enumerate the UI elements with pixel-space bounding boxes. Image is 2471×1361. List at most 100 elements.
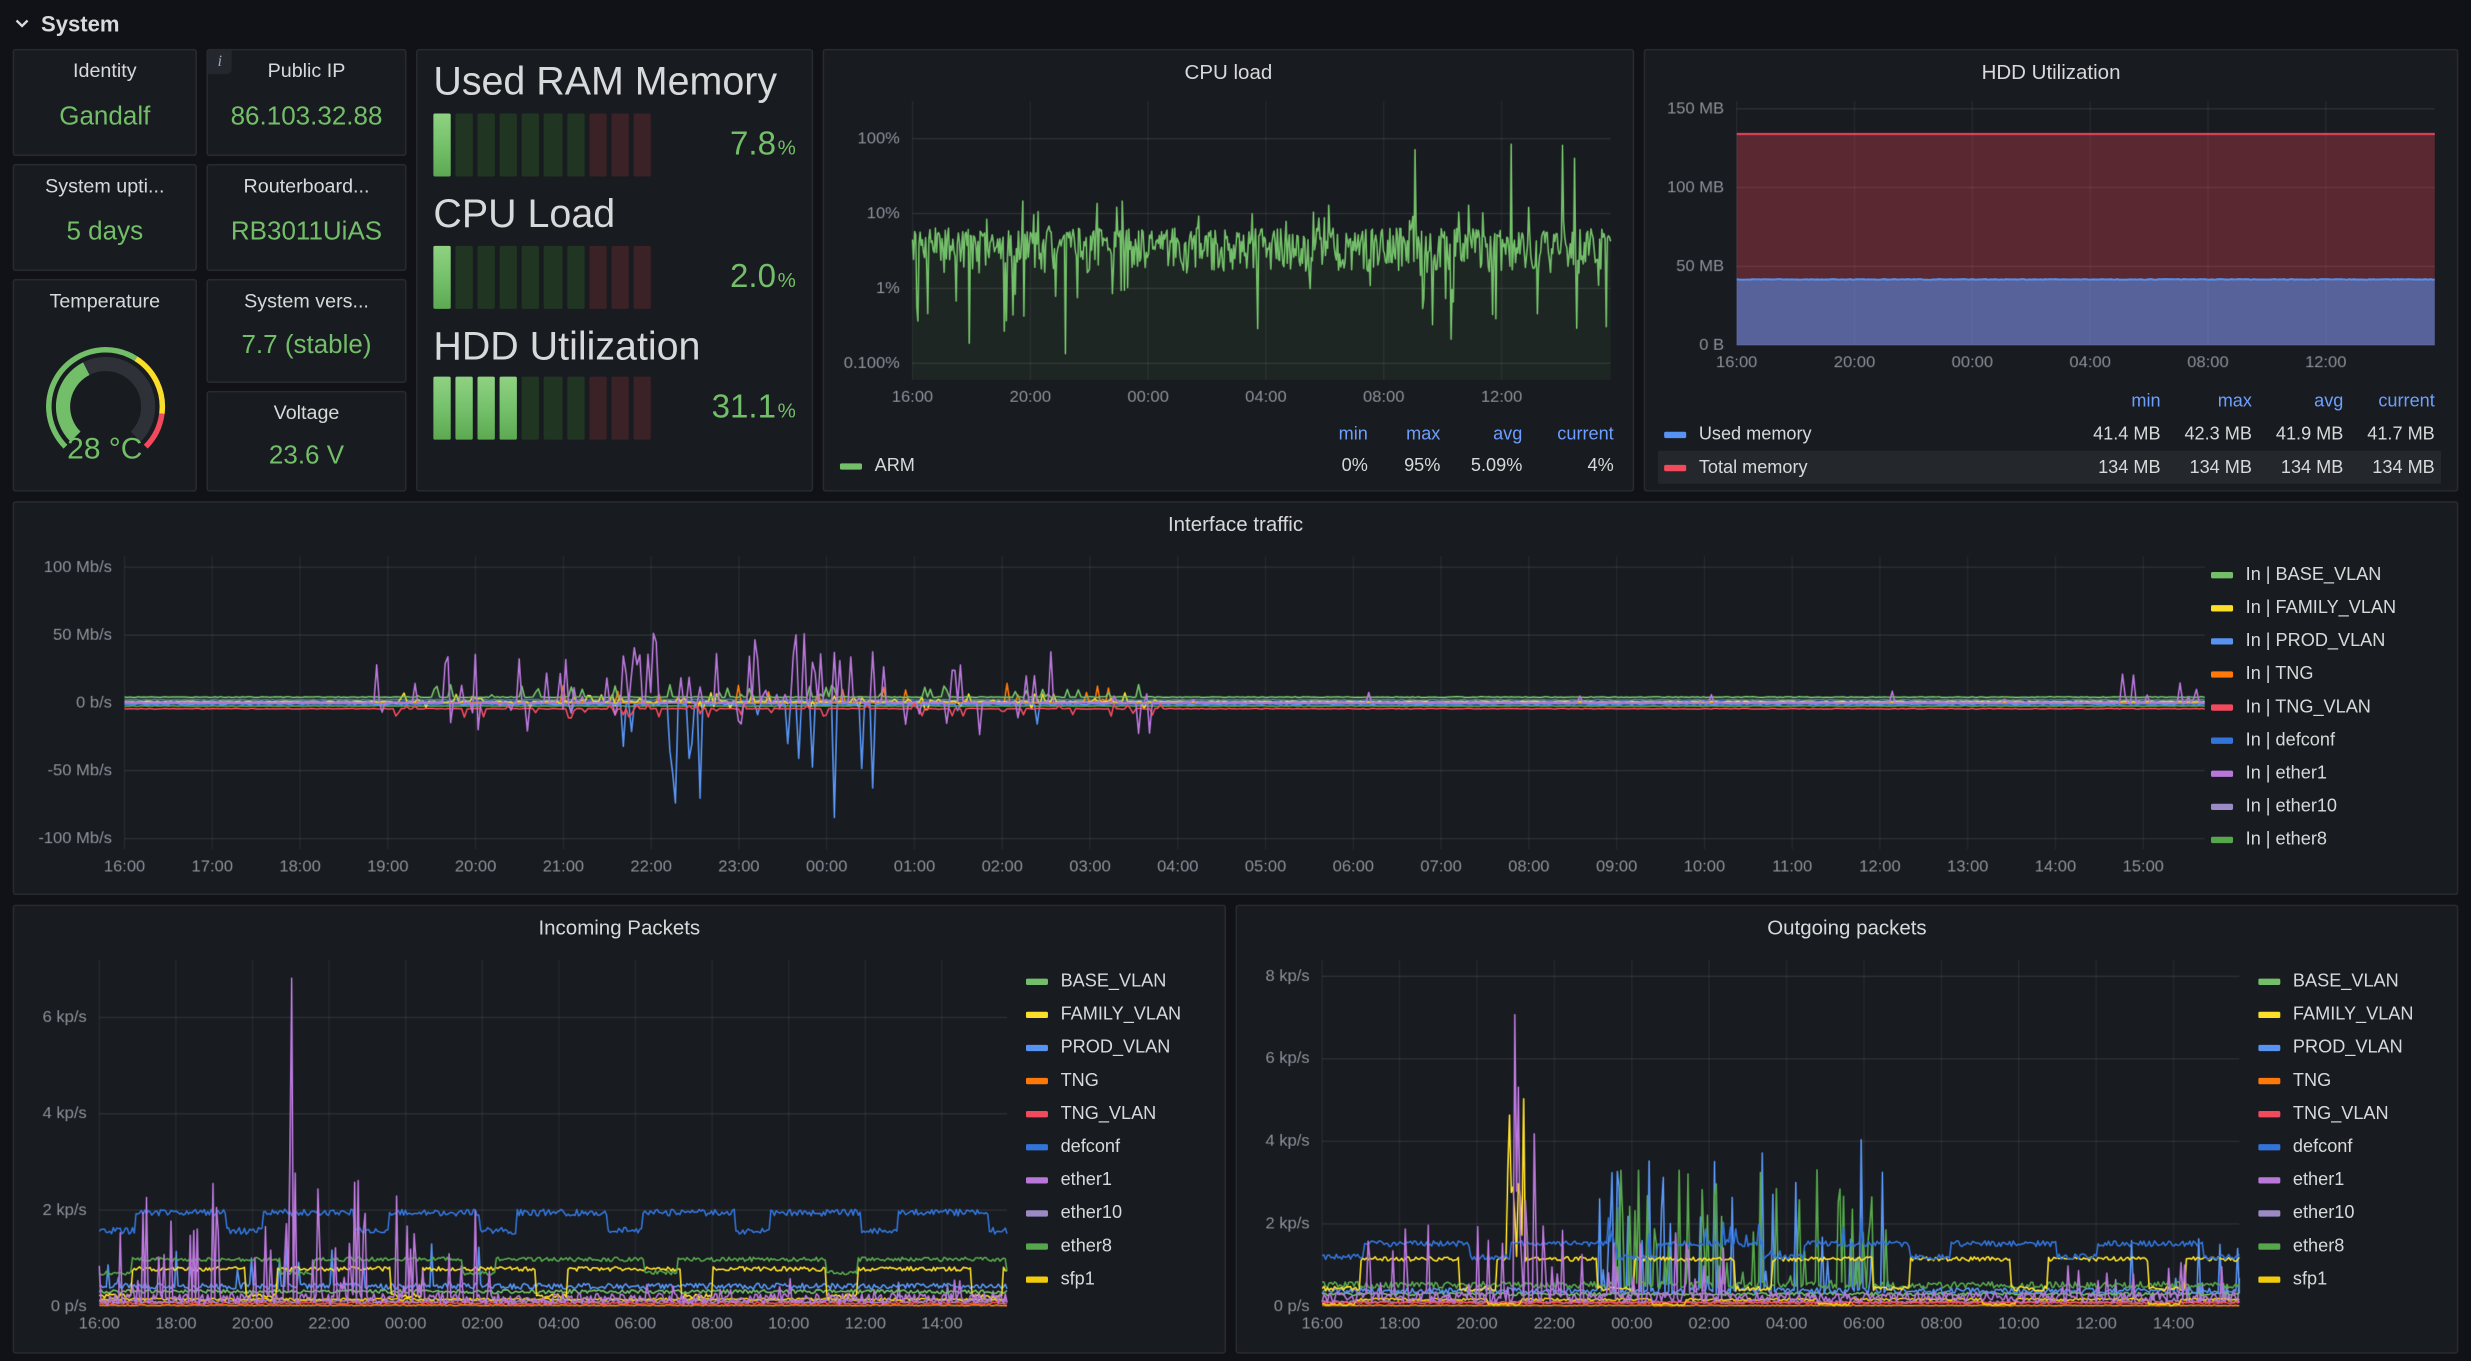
series-swatch <box>2210 671 2234 678</box>
legend-label: defconf <box>2292 1137 2353 1157</box>
legend-item-prod-vlan[interactable]: PROD_VLAN <box>2258 1039 2447 1057</box>
legend-item-base-vlan[interactable]: BASE_VLAN <box>2258 972 2447 991</box>
legend-label: ether1 <box>1060 1170 1112 1190</box>
bargauge-cells-cpu <box>433 245 651 309</box>
panel-title-identity[interactable]: Identity <box>14 50 195 88</box>
panel-title-public-ip[interactable]: Public IP <box>208 50 405 88</box>
legend-item-ether1[interactable]: ether1 <box>1025 1170 1215 1190</box>
legend-item-in-prod-vlan[interactable]: In | PROD_VLAN <box>2210 632 2447 651</box>
series-swatch <box>2258 978 2281 985</box>
bargauge-value-hdd: 31.1% <box>712 390 796 428</box>
series-swatch <box>2210 605 2234 612</box>
legend-item-defconf[interactable]: defconf <box>2258 1138 2447 1157</box>
panel-outgoing-packets: Outgoing packets BASE_VLAN FAMILY_VLAN PRO… <box>1235 904 2459 1354</box>
legend-item-ether10[interactable]: ether10 <box>1025 1204 1215 1223</box>
panel-title-temperature[interactable]: Temperature <box>14 281 195 319</box>
bargauge-cell <box>455 113 474 177</box>
panel-title-incoming-packets[interactable]: Incoming Packets <box>14 906 1224 944</box>
series-swatch <box>1025 1011 1048 1019</box>
interface-traffic-legend: In | BASE_VLAN In | FAMILY_VLAN In | PROD_… <box>2210 566 2447 884</box>
interface-traffic-chart[interactable] <box>26 543 2211 885</box>
panel-title-voltage[interactable]: Voltage <box>208 392 405 430</box>
panel-title-uptime[interactable]: System upti... <box>14 165 195 203</box>
legend-col-min[interactable]: min <box>1295 425 1368 444</box>
legend-item-sfp1[interactable]: sfp1 <box>2258 1270 2447 1289</box>
series-swatch <box>2210 836 2234 844</box>
bargauge-cell <box>522 113 540 177</box>
bargauge-unit: % <box>777 399 796 423</box>
panel-title-cpu-load[interactable]: CPU load <box>824 50 1632 88</box>
legend-item-in-tng-vlan[interactable]: In | TNG_VLAN <box>2210 698 2447 717</box>
legend-col-max[interactable]: max <box>2161 392 2252 411</box>
legend-item-defconf[interactable]: defconf <box>1025 1138 1215 1157</box>
legend-item-ether1[interactable]: ether1 <box>2258 1171 2447 1190</box>
legend-col-current[interactable]: current <box>1522 425 1613 444</box>
uptime-value: 5 days <box>66 216 144 246</box>
legend-item-prod-vlan[interactable]: PROD_VLAN <box>1025 1039 1215 1057</box>
version-value: 7.7 (stable) <box>241 330 372 359</box>
legend-col-avg[interactable]: avg <box>1440 425 1522 444</box>
legend-label: In | ether10 <box>2245 797 2338 817</box>
legend-label: BASE_VLAN <box>2292 972 2399 992</box>
legend-col-min[interactable]: min <box>2069 392 2160 411</box>
legend-col-current[interactable]: current <box>2343 392 2434 411</box>
legend-item-ether10[interactable]: ether10 <box>2258 1204 2447 1223</box>
series-swatch <box>2210 572 2234 579</box>
arm-max: 95% <box>1404 457 1441 476</box>
series-swatch <box>2258 1243 2281 1250</box>
legend-item-tng[interactable]: TNG <box>1025 1072 1215 1091</box>
panel-title-hdd-utilization[interactable]: HDD Utilization <box>1645 50 2457 88</box>
hdd-utilization-chart[interactable] <box>1657 88 2448 377</box>
legend-item-arm[interactable]: ARM <box>839 457 1295 476</box>
legend-row-used-memory[interactable]: Used memory 41.4 MB 42.3 MB 41.9 MB 41.7… <box>1658 418 2441 451</box>
legend-item-in-base-vlan[interactable]: In | BASE_VLAN <box>2210 566 2447 585</box>
panel-info-icon[interactable]: i <box>208 50 232 75</box>
legend-col-max[interactable]: max <box>1368 425 1440 444</box>
used-memory-current: 41.7 MB <box>2367 424 2435 444</box>
incoming-packets-chart[interactable] <box>26 947 1020 1345</box>
legend-item-tng[interactable]: TNG <box>2258 1072 2447 1091</box>
bargauge-cell <box>566 377 585 441</box>
bargauge-title-hdd: HDD Utilization <box>433 323 701 368</box>
series-swatch <box>2210 704 2234 711</box>
legend-item-family-vlan[interactable]: FAMILY_VLAN <box>2258 1005 2447 1024</box>
cpu-load-chart[interactable] <box>836 88 1624 412</box>
panel-title-version[interactable]: System vers... <box>208 281 405 319</box>
panel-temperature: Temperature 28 °C <box>12 278 197 492</box>
legend-item-in-ether10[interactable]: In | ether10 <box>2210 797 2447 817</box>
arm-min: 0% <box>1341 457 1368 476</box>
legend-col-avg[interactable]: avg <box>2252 392 2343 411</box>
bargauge-cells-ram <box>433 113 651 177</box>
legend-item-ether8[interactable]: ether8 <box>2258 1237 2447 1256</box>
temperature-value: 28 °C <box>67 433 143 467</box>
total-memory-min: 134 MB <box>2098 457 2161 477</box>
arm-current: 4% <box>1587 457 1614 476</box>
legend-item-in-family-vlan[interactable]: In | FAMILY_VLAN <box>2210 599 2447 618</box>
legend-item-in-tng[interactable]: In | TNG <box>2210 665 2447 684</box>
panel-title-interface-traffic[interactable]: Interface traffic <box>14 503 2457 541</box>
bargauge-cell <box>522 245 540 309</box>
bargauge-cpu: CPU Load 2.0% <box>418 182 812 309</box>
outgoing-packets-chart[interactable] <box>1249 947 2252 1345</box>
bargauge-cell <box>588 245 607 309</box>
panel-title-routerboard[interactable]: Routerboard... <box>208 165 405 203</box>
legend-label: sfp1 <box>2292 1270 2328 1290</box>
legend-item-sfp1[interactable]: sfp1 <box>1025 1270 1215 1289</box>
legend-item-tng-vlan[interactable]: TNG_VLAN <box>2258 1105 2447 1124</box>
legend-item-ether8[interactable]: ether8 <box>1025 1237 1215 1256</box>
bargauge-cell <box>611 377 629 441</box>
legend-item-tng-vlan[interactable]: TNG_VLAN <box>1025 1105 1215 1124</box>
row-header-system[interactable]: System <box>13 6 120 41</box>
temperature-gauge: 28 °C <box>14 318 195 490</box>
legend-row-total-memory[interactable]: Total memory 134 MB 134 MB 134 MB 134 MB <box>1657 450 2442 484</box>
legend-item-in-ether1[interactable]: In | ether1 <box>2210 764 2447 783</box>
legend-item-family-vlan[interactable]: FAMILY_VLAN <box>1025 1005 1215 1024</box>
legend-item-base-vlan[interactable]: BASE_VLAN <box>1025 972 1215 991</box>
legend-item-in-defconf[interactable]: In | defconf <box>2210 731 2447 750</box>
panel-cpu-load: CPU load min max avg current ARM 0% 95% … <box>822 48 1635 492</box>
legend-label: In | TNG <box>2245 665 2314 684</box>
bargauge-number: 2.0 <box>730 257 777 294</box>
panel-title-outgoing-packets[interactable]: Outgoing packets <box>1237 906 2457 944</box>
legend-item-in-ether8[interactable]: In | ether8 <box>2210 830 2447 849</box>
total-memory-current: 134 MB <box>2372 457 2435 477</box>
